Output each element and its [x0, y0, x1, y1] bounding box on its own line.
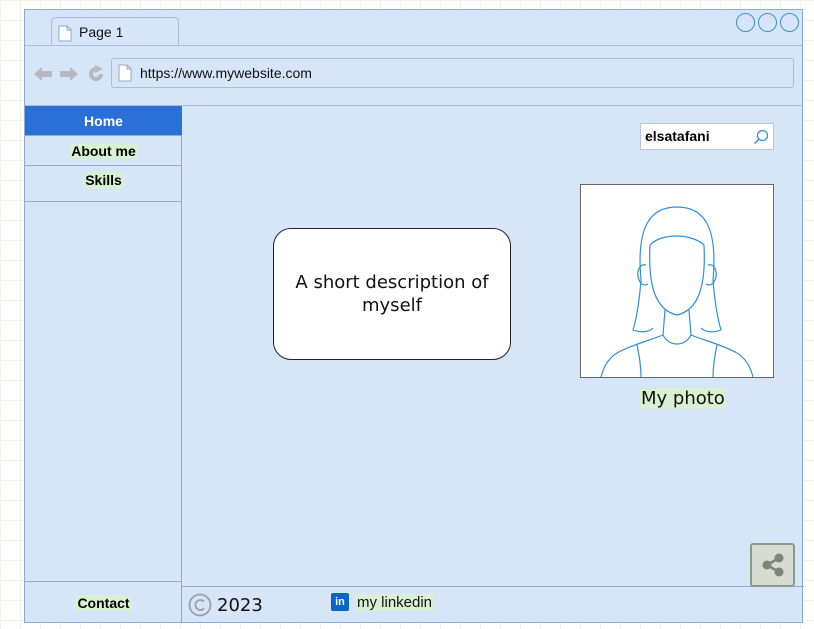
linkedin-icon: in	[331, 593, 349, 611]
tab-label: Page 1	[79, 24, 124, 40]
sidebar-item-label: Contact	[75, 594, 132, 611]
tab-divider	[25, 45, 802, 46]
share-button[interactable]	[750, 543, 795, 587]
page-icon	[118, 64, 132, 82]
user-silhouette-icon	[600, 206, 754, 378]
search-box[interactable]: elsatafani	[640, 123, 774, 150]
close-button[interactable]	[780, 13, 799, 32]
sidebar-item-skills[interactable]: Skills	[25, 166, 182, 202]
description-card: A short description of myself	[273, 228, 511, 360]
search-input[interactable]: elsatafani	[645, 128, 710, 144]
copyright-icon	[188, 593, 212, 617]
sidebar-item-about-me[interactable]: About me	[25, 136, 182, 166]
forward-arrow-icon[interactable]	[60, 67, 78, 81]
linkedin-link[interactable]: in my linkedin	[331, 593, 434, 611]
search-icon[interactable]	[753, 129, 769, 145]
copyright-year: 2023	[217, 594, 263, 616]
address-bar[interactable]: https://www.mywebsite.com	[111, 58, 794, 88]
footer-divider	[182, 586, 804, 587]
share-icon	[762, 553, 783, 577]
sidebar-item-label: Home	[84, 112, 123, 129]
reload-icon[interactable]	[89, 65, 103, 81]
url-text: https://www.mywebsite.com	[140, 65, 312, 81]
profile-photo	[580, 184, 774, 378]
window-controls	[736, 13, 799, 32]
nav-controls	[34, 65, 103, 81]
sidebar-item-label: About me	[69, 142, 138, 159]
minimize-button[interactable]	[736, 13, 755, 32]
sidebar: Home About me Skills Contact	[25, 106, 182, 623]
browser-window: Page 1 https://www.mywebsite.com Home Ab…	[24, 9, 804, 623]
sidebar-item-home[interactable]: Home	[25, 106, 182, 136]
photo-caption: My photo	[640, 388, 726, 409]
sidebar-item-contact[interactable]: Contact	[25, 581, 182, 623]
back-arrow-icon[interactable]	[34, 67, 52, 81]
sidebar-item-label: Skills	[83, 172, 124, 188]
maximize-button[interactable]	[758, 13, 777, 32]
linkedin-label: my linkedin	[356, 593, 434, 611]
copyright: 2023	[188, 593, 263, 617]
browser-tab[interactable]: Page 1	[51, 17, 179, 46]
description-text: A short description of myself	[295, 272, 489, 316]
page-icon	[58, 25, 72, 42]
